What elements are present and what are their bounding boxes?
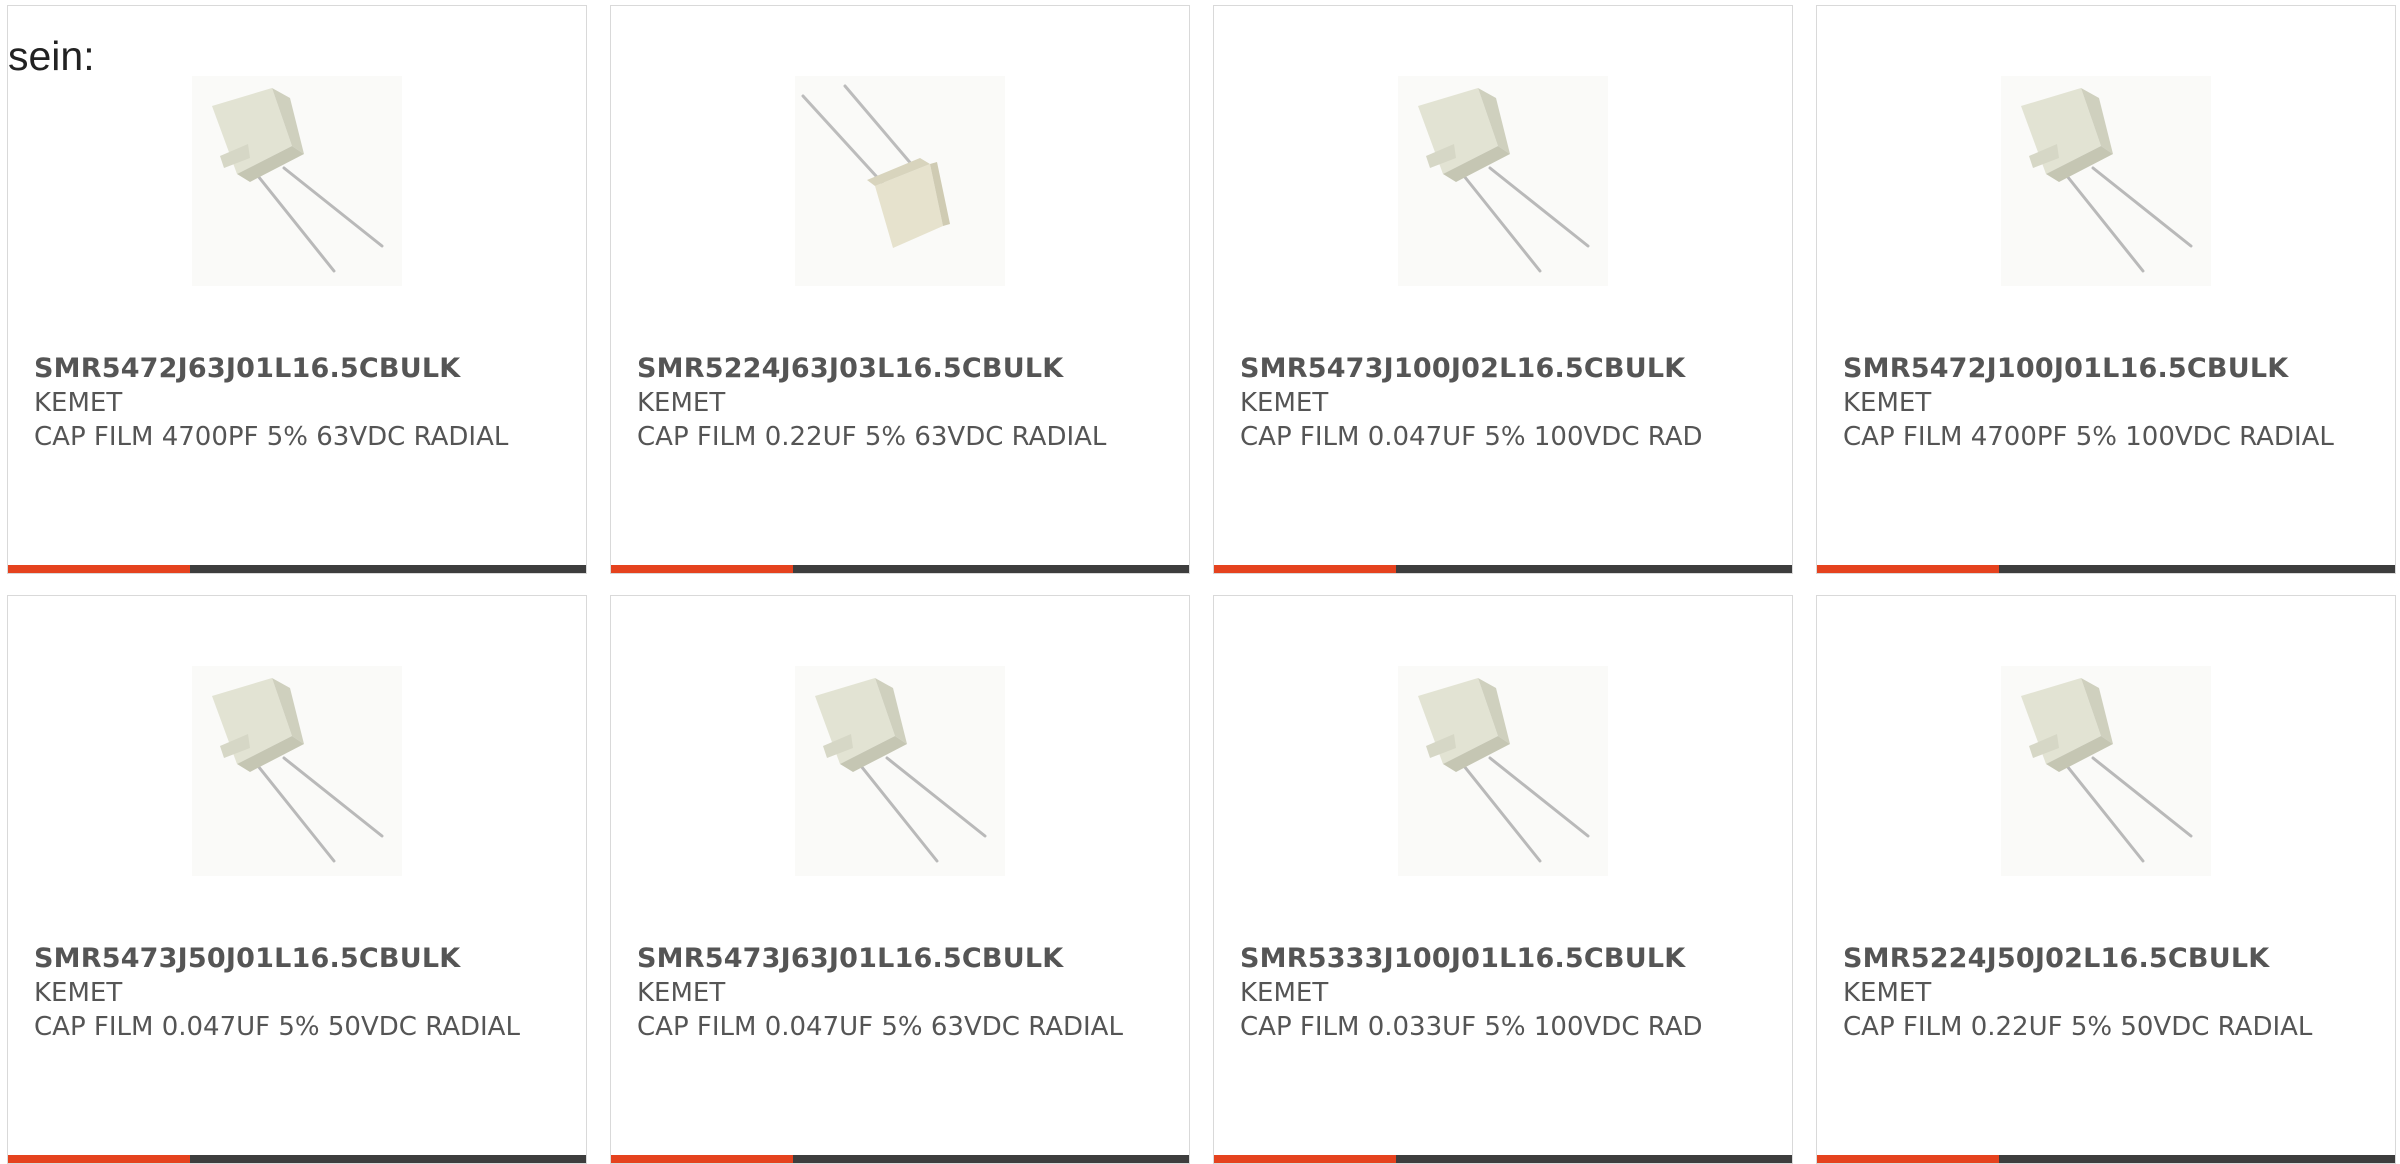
manufacturer: KEMET — [34, 388, 123, 418]
intro-text: sein: — [8, 33, 95, 79]
product-grid: SMR5472J63J01L16.5CBULK KEMET CAP FILM 4… — [7, 5, 2400, 1164]
part-number[interactable]: SMR5472J100J01L16.5CBULK — [1843, 352, 2375, 386]
part-number[interactable]: SMR5224J63J03L16.5CBULK — [637, 352, 1169, 386]
part-number[interactable]: SMR5473J63J01L16.5CBULK — [637, 942, 1169, 976]
card-accent-bar — [8, 565, 190, 573]
card-footer-bar — [611, 1155, 1189, 1163]
capacitor-icon — [795, 666, 1005, 876]
capacitor-icon — [192, 76, 402, 286]
card-footer-bar — [611, 565, 1189, 573]
product-card[interactable]: SMR5472J63J01L16.5CBULK KEMET CAP FILM 4… — [7, 5, 587, 574]
card-footer-bar — [8, 565, 586, 573]
part-number[interactable]: SMR5333J100J01L16.5CBULK — [1240, 942, 1772, 976]
card-footer-bar — [1817, 565, 2395, 573]
capacitor-icon — [795, 76, 1005, 286]
product-card[interactable]: SMR5224J50J02L16.5CBULK KEMET CAP FILM 0… — [1816, 595, 2396, 1164]
product-card[interactable]: SMR5473J50J01L16.5CBULK KEMET CAP FILM 0… — [7, 595, 587, 1164]
card-footer-bar — [1214, 565, 1792, 573]
product-description: CAP FILM 4700PF 5% 100VDC RADIAL — [1843, 422, 2334, 452]
manufacturer: KEMET — [637, 388, 726, 418]
card-accent-bar — [1817, 565, 1999, 573]
manufacturer: KEMET — [1843, 388, 1932, 418]
product-info: SMR5333J100J01L16.5CBULK KEMET CAP FILM … — [1240, 942, 1772, 1044]
capacitor-icon — [2001, 76, 2211, 286]
capacitor-icon — [1398, 666, 1608, 876]
product-description: CAP FILM 0.047UF 5% 100VDC RAD — [1240, 422, 1703, 452]
product-description: CAP FILM 4700PF 5% 63VDC RADIAL — [34, 422, 509, 452]
manufacturer: KEMET — [1240, 388, 1329, 418]
part-number[interactable]: SMR5473J50J01L16.5CBULK — [34, 942, 566, 976]
product-info: SMR5472J63J01L16.5CBULK KEMET CAP FILM 4… — [34, 352, 566, 454]
product-card[interactable]: SMR5473J100J02L16.5CBULK KEMET CAP FILM … — [1213, 5, 1793, 574]
manufacturer: KEMET — [637, 978, 726, 1008]
card-accent-bar — [1214, 565, 1396, 573]
product-card[interactable]: SMR5333J100J01L16.5CBULK KEMET CAP FILM … — [1213, 595, 1793, 1164]
manufacturer: KEMET — [1240, 978, 1329, 1008]
product-info: SMR5473J50J01L16.5CBULK KEMET CAP FILM 0… — [34, 942, 566, 1044]
card-footer-bar — [1214, 1155, 1792, 1163]
card-accent-bar — [611, 565, 793, 573]
product-info: SMR5224J63J03L16.5CBULK KEMET CAP FILM 0… — [637, 352, 1169, 454]
capacitor-icon — [2001, 666, 2211, 876]
product-card[interactable]: SMR5224J63J03L16.5CBULK KEMET CAP FILM 0… — [610, 5, 1190, 574]
card-accent-bar — [1214, 1155, 1396, 1163]
product-description: CAP FILM 0.047UF 5% 50VDC RADIAL — [34, 1012, 520, 1042]
product-info: SMR5472J100J01L16.5CBULK KEMET CAP FILM … — [1843, 352, 2375, 454]
card-footer-bar — [1817, 1155, 2395, 1163]
manufacturer: KEMET — [1843, 978, 1932, 1008]
product-info: SMR5224J50J02L16.5CBULK KEMET CAP FILM 0… — [1843, 942, 2375, 1044]
product-description: CAP FILM 0.033UF 5% 100VDC RAD — [1240, 1012, 1703, 1042]
product-description: CAP FILM 0.22UF 5% 63VDC RADIAL — [637, 422, 1107, 452]
product-info: SMR5473J63J01L16.5CBULK KEMET CAP FILM 0… — [637, 942, 1169, 1044]
card-accent-bar — [1817, 1155, 1999, 1163]
capacitor-icon — [1398, 76, 1608, 286]
card-accent-bar — [611, 1155, 793, 1163]
product-description: CAP FILM 0.22UF 5% 50VDC RADIAL — [1843, 1012, 2313, 1042]
product-info: SMR5473J100J02L16.5CBULK KEMET CAP FILM … — [1240, 352, 1772, 454]
part-number[interactable]: SMR5473J100J02L16.5CBULK — [1240, 352, 1772, 386]
product-description: CAP FILM 0.047UF 5% 63VDC RADIAL — [637, 1012, 1123, 1042]
product-card[interactable]: SMR5472J100J01L16.5CBULK KEMET CAP FILM … — [1816, 5, 2396, 574]
part-number[interactable]: SMR5472J63J01L16.5CBULK — [34, 352, 566, 386]
product-card[interactable]: SMR5473J63J01L16.5CBULK KEMET CAP FILM 0… — [610, 595, 1190, 1164]
part-number[interactable]: SMR5224J50J02L16.5CBULK — [1843, 942, 2375, 976]
card-accent-bar — [8, 1155, 190, 1163]
card-footer-bar — [8, 1155, 586, 1163]
manufacturer: KEMET — [34, 978, 123, 1008]
capacitor-icon — [192, 666, 402, 876]
